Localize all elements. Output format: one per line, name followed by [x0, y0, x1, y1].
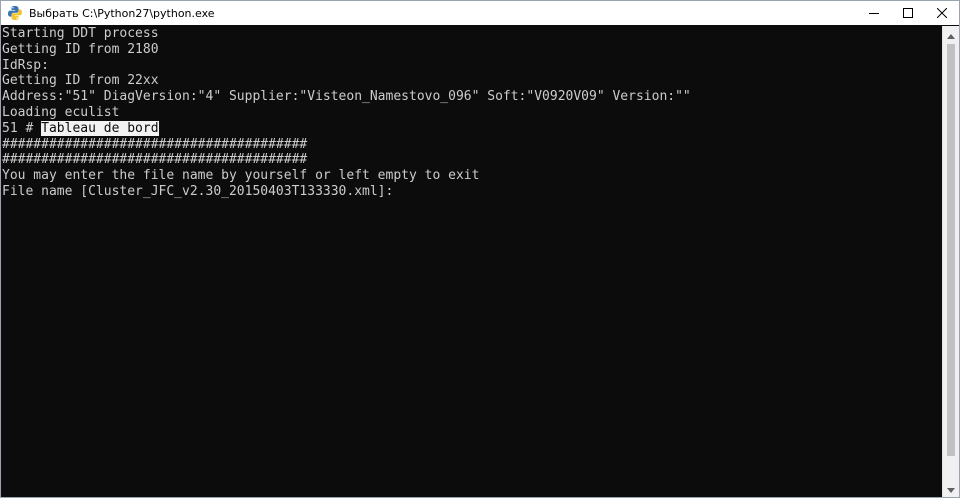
close-icon: [937, 8, 947, 18]
scrollbar-thumb[interactable]: [947, 44, 955, 456]
console-prompt-line[interactable]: File name [Cluster_JFC_v2.30_20150403T13…: [1, 184, 944, 200]
window-title: Выбрать C:\Python27\python.exe: [29, 6, 215, 20]
scroll-down-arrow-icon: [947, 480, 955, 498]
console-line: Address:"51" DiagVersion:"4" Supplier:"V…: [2, 89, 691, 105]
scroll-up-arrow-icon: [947, 26, 955, 44]
console-line: Getting ID from 22xx: [2, 73, 159, 89]
console-selection-line: 51 # Tableau de bord: [1, 120, 944, 137]
vertical-scrollbar[interactable]: [942, 26, 959, 497]
title-bar[interactable]: Выбрать C:\Python27\python.exe: [1, 1, 959, 25]
maximize-icon: [903, 8, 913, 18]
window-controls: [857, 1, 959, 25]
console-line: You may enter the file name by yourself …: [2, 168, 480, 184]
scroll-up-button[interactable]: [943, 26, 959, 43]
console-window: Выбрать C:\Python27\python.exe Starting …: [0, 0, 960, 498]
console-line: #######################################: [2, 136, 308, 152]
minimize-button[interactable]: [857, 1, 891, 25]
console-line: Loading eculist: [2, 104, 120, 120]
selection-prefix: 51 #: [2, 120, 42, 136]
maximize-button[interactable]: [891, 1, 925, 25]
close-button[interactable]: [925, 1, 959, 25]
console-output[interactable]: Starting DDT process Getting ID from 218…: [1, 26, 944, 497]
scroll-down-button[interactable]: [943, 480, 959, 497]
console-line: #######################################: [2, 152, 308, 168]
selected-text[interactable]: Tableau de bord: [41, 120, 159, 136]
console-line: Getting ID from 2180: [2, 41, 159, 57]
python-icon: [7, 5, 23, 21]
minimize-icon: [869, 8, 879, 18]
console-line: IdRsp:: [2, 57, 49, 73]
console-line: Starting DDT process: [2, 26, 159, 41]
